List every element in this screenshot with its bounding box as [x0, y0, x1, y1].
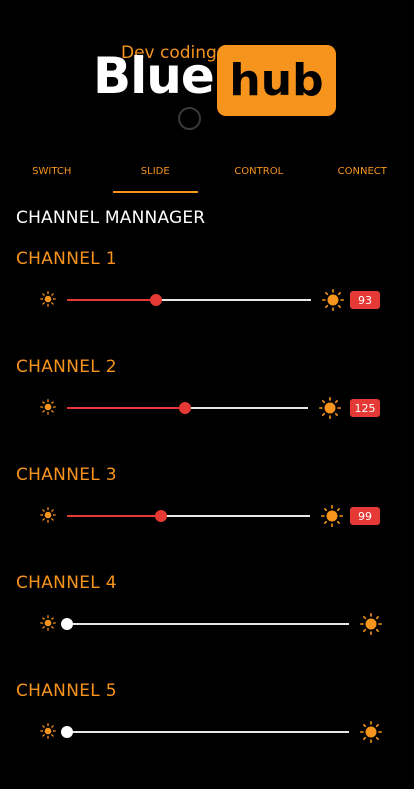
brightness-slider[interactable]	[67, 623, 349, 625]
brightness-slider[interactable]	[67, 407, 308, 409]
tab-slide[interactable]: SLIDE	[104, 158, 208, 194]
tab-bar: SWITCH SLIDE CONTROL CONNECT	[0, 158, 414, 194]
slider-thumb[interactable]	[61, 726, 73, 738]
sun-large-icon	[319, 397, 341, 419]
tab-control[interactable]: CONTROL	[207, 158, 311, 194]
sun-small-icon	[40, 291, 56, 307]
channel-row: CHANNEL 2 125	[0, 357, 414, 465]
slider-fill	[67, 515, 161, 517]
logo-word-blue: Blue	[93, 51, 214, 101]
sun-large-icon	[321, 505, 343, 527]
channel-label: CHANNEL 4	[16, 573, 117, 593]
brightness-slider[interactable]	[67, 515, 310, 517]
channel-row: CHANNEL 1 93	[0, 249, 414, 357]
sun-small-icon	[40, 723, 56, 739]
channel-row: CHANNEL 5	[0, 681, 414, 789]
brightness-slider[interactable]	[67, 731, 349, 733]
slider-thumb[interactable]	[179, 402, 191, 414]
channel-label: CHANNEL 1	[16, 249, 117, 269]
tab-connect[interactable]: CONNECT	[311, 158, 414, 194]
tab-switch[interactable]: SWITCH	[0, 158, 104, 194]
brightness-slider[interactable]	[67, 299, 311, 301]
tab-label: SLIDE	[141, 166, 170, 177]
channel-label: CHANNEL 2	[16, 357, 117, 377]
channel-row: CHANNEL 4	[0, 573, 414, 681]
sun-small-icon	[40, 615, 56, 631]
tab-label: SWITCH	[32, 166, 71, 177]
channel-label: CHANNEL 5	[16, 681, 117, 701]
value-badge: 93	[350, 291, 380, 309]
sun-large-icon	[360, 613, 382, 635]
sun-small-icon	[40, 399, 56, 415]
sun-large-icon	[322, 289, 344, 311]
slider-fill	[67, 299, 156, 301]
loading-spinner-icon	[178, 107, 201, 130]
tab-label: CONTROL	[234, 166, 283, 177]
channel-row: CHANNEL 3 99	[0, 465, 414, 573]
page-title: CHANNEL MANNAGER	[16, 208, 205, 228]
slider-thumb[interactable]	[150, 294, 162, 306]
logo-word-hub: hub	[217, 45, 336, 116]
slider-thumb[interactable]	[61, 618, 73, 630]
value-badge: 125	[350, 399, 380, 417]
tab-active-indicator	[113, 191, 199, 193]
channel-label: CHANNEL 3	[16, 465, 117, 485]
slider-thumb[interactable]	[155, 510, 167, 522]
sun-small-icon	[40, 507, 56, 523]
slider-fill	[67, 407, 185, 409]
app-logo: Dev coding Blue hub	[0, 0, 414, 140]
tab-label: CONNECT	[338, 166, 387, 177]
sun-large-icon	[360, 721, 382, 743]
value-badge: 99	[350, 507, 380, 525]
